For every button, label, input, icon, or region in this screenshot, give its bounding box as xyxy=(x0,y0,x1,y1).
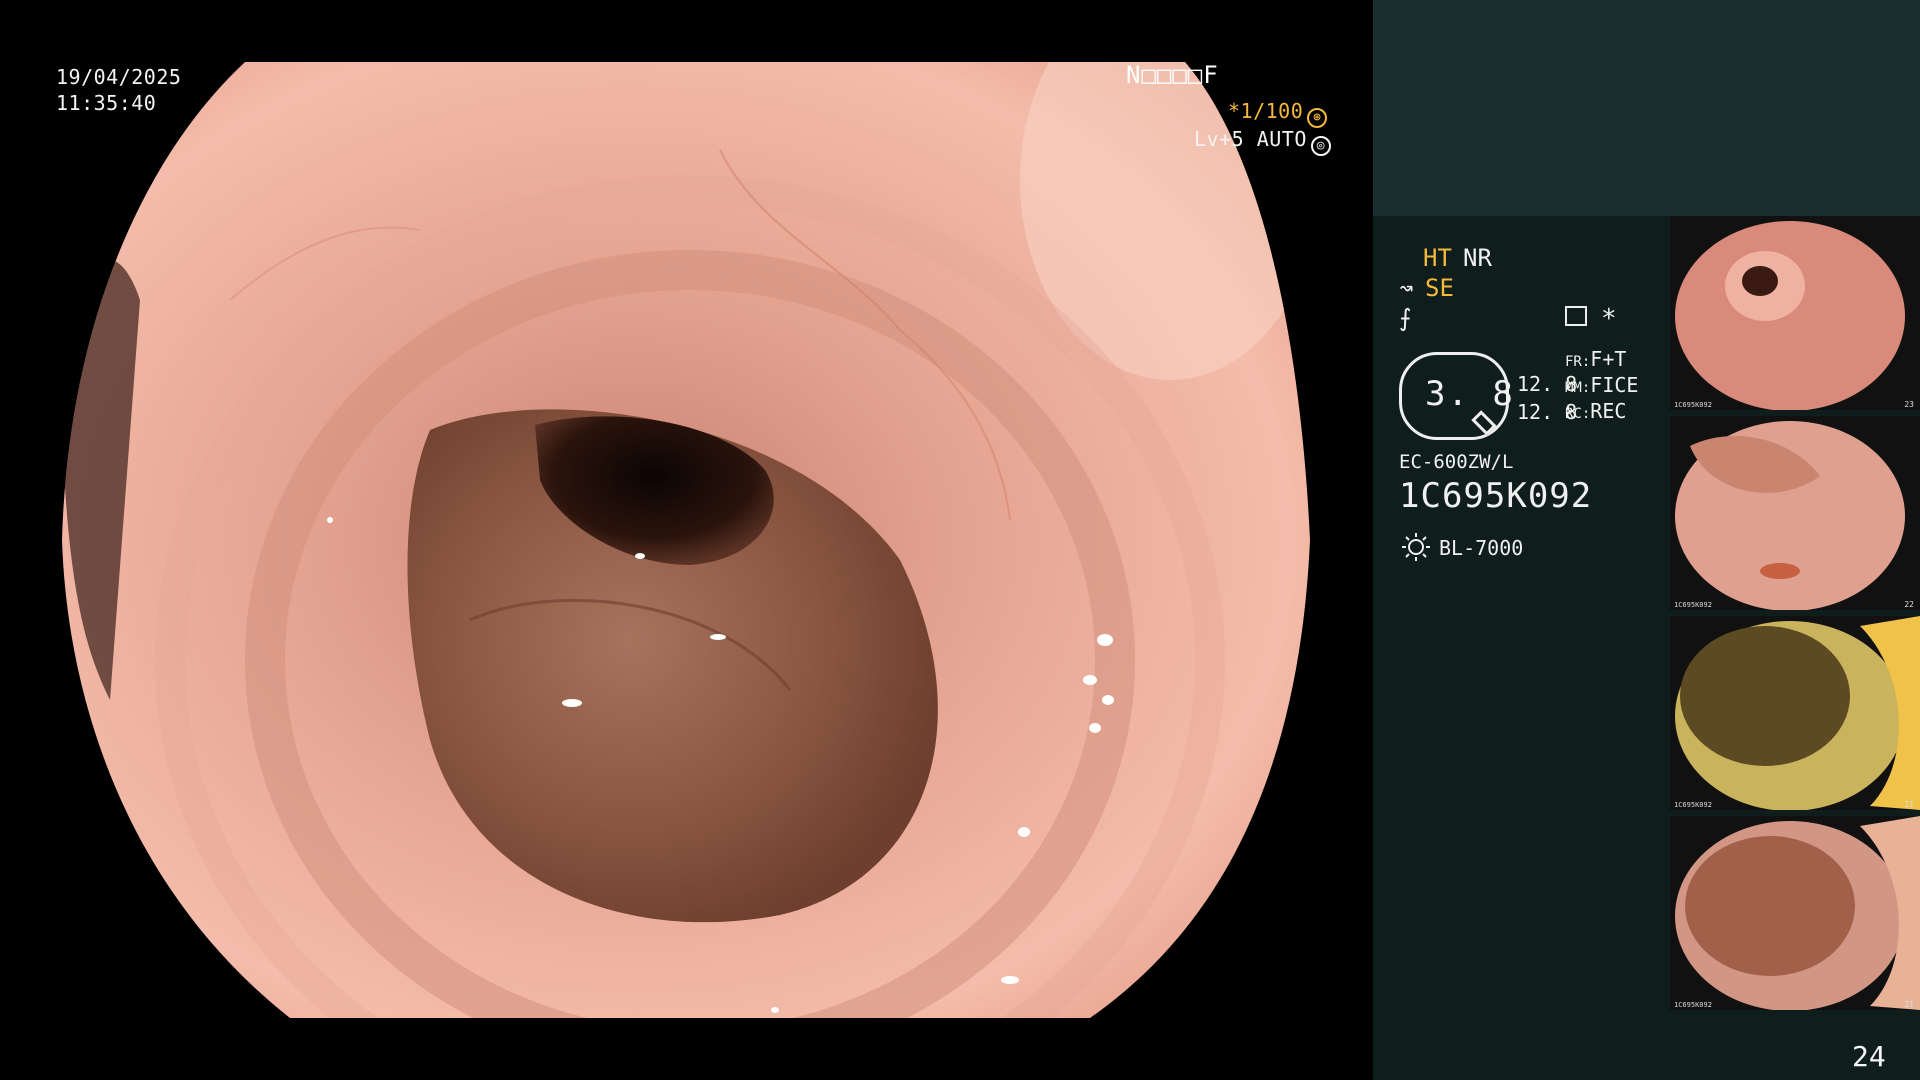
nr-indicator: NR xyxy=(1463,244,1492,272)
capture-thumbnail[interactable]: 1C695K092 22 xyxy=(1670,416,1920,610)
shutter-speed: *1/100 ⊛ xyxy=(1228,98,1328,128)
thumbnail-image xyxy=(1675,616,1920,810)
rc-setting: RC:REC xyxy=(1565,398,1626,427)
rc-label: RC: xyxy=(1565,406,1591,422)
brightness-level: Lv+5 AUTO ◎ xyxy=(1194,126,1331,156)
patient-code: N□□□□F xyxy=(1126,61,1219,89)
freeze-icon: ⨍ xyxy=(1399,304,1412,332)
thumbnail-scope-id: 1C695K092 xyxy=(1674,1001,1712,1009)
mm-label: MM: xyxy=(1565,380,1591,396)
fr-label: FR: xyxy=(1565,354,1591,370)
endoscopic-view: 19/04/2025 11:35:40 N□□□□F *1/100 ⊛ Lv+5 … xyxy=(0,0,1373,1080)
date-text: 19/04/2025 xyxy=(56,65,182,89)
ht-indicator: HT xyxy=(1423,244,1452,272)
info-panel-header xyxy=(1373,0,1920,216)
fr-setting: FR:F+T xyxy=(1565,346,1626,375)
mm-value: FICE xyxy=(1590,373,1639,397)
colon-lumen-image xyxy=(62,62,1310,1018)
light-source-model: BL-7000 xyxy=(1439,536,1524,560)
structure-enhance-icon: ↝ xyxy=(1399,274,1414,302)
scope-model: EC-600ZW/L xyxy=(1399,451,1514,473)
star-icon: * xyxy=(1601,304,1617,334)
date-time-display: 19/04/2025 11:35:40 xyxy=(56,64,181,116)
light-source-icon xyxy=(1402,533,1430,561)
auto-mode-icon: ◎ xyxy=(1310,136,1331,156)
capture-thumbnail[interactable]: 1C695K092 21 xyxy=(1670,816,1920,1010)
thumbnail-image xyxy=(1675,221,1905,410)
thumbnail-scope-id: 1C695K092 xyxy=(1674,601,1712,609)
shutter-mode-icon: ⊛ xyxy=(1307,108,1328,128)
se-indicator: SE xyxy=(1425,274,1454,302)
thumbnail-number: 21 xyxy=(1904,1000,1914,1009)
capture-thumbnail[interactable]: 1C695K092 21 xyxy=(1670,616,1920,810)
mm-setting: MM:FICE xyxy=(1565,372,1638,401)
level-text: Lv+5 AUTO xyxy=(1194,127,1307,151)
rc-value: REC xyxy=(1590,399,1627,423)
thumbnail-image xyxy=(1675,816,1920,1010)
thumbnail-number: 21 xyxy=(1904,800,1914,809)
thumbnail-image xyxy=(1675,421,1905,610)
fr-value: F+T xyxy=(1590,347,1627,371)
thumbnail-number: 22 xyxy=(1904,600,1914,609)
scope-serial: 1C695K092 xyxy=(1399,476,1593,516)
page-number: 24 xyxy=(1852,1040,1886,1073)
thumbnail-scope-id: 1C695K092 xyxy=(1674,801,1712,809)
zoom-value: 3. 8 xyxy=(1425,374,1515,414)
memory-icon xyxy=(1565,306,1587,326)
time-text: 11:35:40 xyxy=(56,91,157,115)
thumbnail-scope-id: 1C695K092 xyxy=(1674,401,1712,409)
shutter-text: *1/100 xyxy=(1228,99,1304,123)
thumbnail-number: 23 xyxy=(1904,400,1914,409)
capture-thumbnail[interactable]: 1C695K092 23 xyxy=(1670,216,1920,410)
